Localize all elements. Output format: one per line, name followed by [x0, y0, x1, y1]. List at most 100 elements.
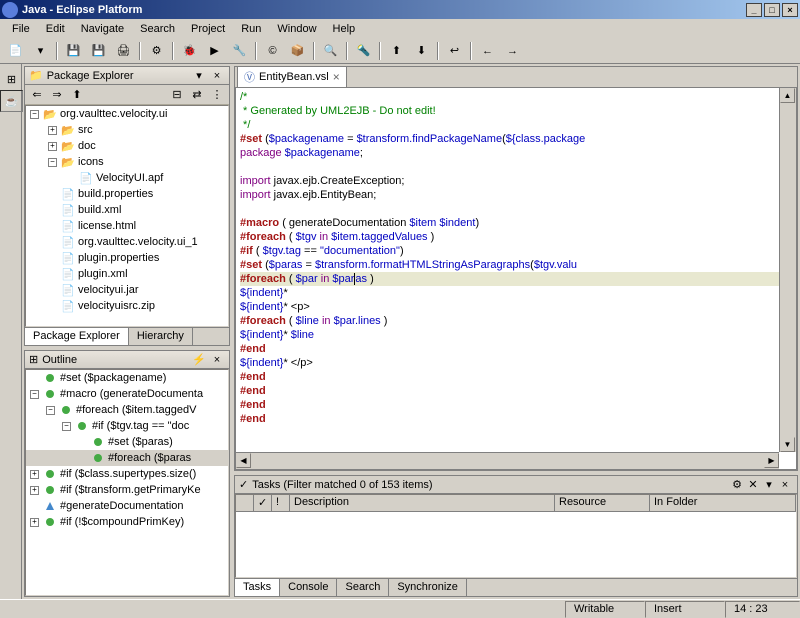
package-explorer-tree[interactable]: − 📂 org.vaulttec.velocity.ui +📂src+📂doc−…: [25, 105, 229, 327]
annotation-next-button[interactable]: ⬇: [410, 40, 433, 62]
outline-tree[interactable]: #set ($packagename)−#macro (generateDocu…: [25, 369, 229, 596]
expand-toggle[interactable]: +: [48, 142, 57, 151]
menu-search[interactable]: Search: [132, 21, 183, 37]
outline-item[interactable]: −#foreach ($item.taggedV: [26, 402, 228, 418]
code-line[interactable]: #set ($paras = $transform.formatHTMLStri…: [240, 258, 792, 272]
code-line[interactable]: ${indent}* </p>: [240, 356, 792, 370]
task-col-description[interactable]: Description: [290, 495, 555, 512]
scroll-down-button[interactable]: ▼: [780, 437, 795, 452]
tab-synchronize[interactable]: Synchronize: [389, 579, 467, 596]
tree-item[interactable]: 📄VelocityUI.apf: [26, 170, 228, 186]
menu-window[interactable]: Window: [269, 21, 324, 37]
task-col-folder[interactable]: In Folder: [650, 495, 796, 512]
code-line[interactable]: ${indent}*: [240, 286, 792, 300]
back-button[interactable]: ←: [476, 40, 499, 62]
expand-toggle[interactable]: +: [30, 486, 39, 495]
new-package-button[interactable]: 📦: [286, 40, 309, 62]
print-button[interactable]: 🖨: [112, 40, 135, 62]
task-col-done[interactable]: ✓: [254, 495, 272, 512]
new-class-button[interactable]: ©: [261, 40, 284, 62]
outline-item[interactable]: #set ($packagename): [26, 370, 228, 386]
new-button[interactable]: 📄: [4, 40, 27, 62]
last-edit-button[interactable]: ↩: [443, 40, 466, 62]
outline-item[interactable]: #foreach ($paras: [26, 450, 228, 466]
menu-run[interactable]: Run: [233, 21, 269, 37]
maximize-button[interactable]: □: [764, 3, 780, 17]
expand-toggle[interactable]: −: [62, 422, 71, 431]
code-line[interactable]: [240, 160, 792, 174]
expand-toggle[interactable]: −: [48, 158, 57, 167]
ext-tools-button[interactable]: 🔧: [228, 40, 251, 62]
menu-icon[interactable]: ▾: [191, 68, 207, 84]
java-perspective-button[interactable]: ☕: [0, 90, 23, 112]
save-all-button[interactable]: 💾: [87, 40, 110, 62]
debug-button[interactable]: 🐞: [178, 40, 201, 62]
code-line[interactable]: ${indent}* $line: [240, 328, 792, 342]
menu-navigate[interactable]: Navigate: [73, 21, 132, 37]
menu-help[interactable]: Help: [325, 21, 364, 37]
sort-icon[interactable]: ⚡: [191, 352, 207, 368]
expand-toggle[interactable]: −: [46, 406, 55, 415]
scroll-right-button[interactable]: ▶: [764, 453, 779, 468]
task-col-resource[interactable]: Resource: [555, 495, 650, 512]
code-line[interactable]: [240, 202, 792, 216]
code-line[interactable]: import javax.ejb.EntityBean;: [240, 188, 792, 202]
code-line[interactable]: #foreach ( $par in $paras ): [240, 272, 792, 286]
forward-icon[interactable]: ⇒: [49, 87, 65, 103]
save-button[interactable]: 💾: [62, 40, 85, 62]
outline-item[interactable]: −#if ($tgv.tag == "doc: [26, 418, 228, 434]
expand-toggle[interactable]: −: [30, 110, 39, 119]
menu-project[interactable]: Project: [183, 21, 233, 37]
expand-toggle[interactable]: +: [30, 470, 39, 479]
tree-item[interactable]: +📂src: [26, 122, 228, 138]
tree-item[interactable]: 📄build.properties: [26, 186, 228, 202]
tree-item[interactable]: +📂doc: [26, 138, 228, 154]
tab-console[interactable]: Console: [280, 579, 337, 596]
tab-tasks[interactable]: Tasks: [235, 579, 280, 596]
tree-item[interactable]: −📂icons: [26, 154, 228, 170]
expand-toggle[interactable]: +: [48, 126, 57, 135]
tree-root[interactable]: − 📂 org.vaulttec.velocity.ui: [26, 106, 228, 122]
outline-item[interactable]: +#if ($transform.getPrimaryKe: [26, 482, 228, 498]
tree-item[interactable]: 📄license.html: [26, 218, 228, 234]
menu-edit[interactable]: Edit: [38, 21, 73, 37]
code-line[interactable]: #end: [240, 384, 792, 398]
code-line[interactable]: #end: [240, 370, 792, 384]
expand-toggle[interactable]: +: [30, 518, 39, 527]
code-line[interactable]: #if ( $tgv.tag == "documentation"): [240, 244, 792, 258]
code-line[interactable]: /*: [240, 90, 792, 104]
tasks-table[interactable]: ✓ ! Description Resource In Folder: [235, 494, 797, 578]
code-line[interactable]: */: [240, 118, 792, 132]
code-line[interactable]: import javax.ejb.CreateException;: [240, 174, 792, 188]
tree-item[interactable]: 📄plugin.properties: [26, 250, 228, 266]
filter-icon[interactable]: ⋮: [209, 87, 225, 103]
task-col-priority[interactable]: !: [272, 495, 290, 512]
outline-item[interactable]: #set ($paras): [26, 434, 228, 450]
run-button[interactable]: ▶: [203, 40, 226, 62]
expand-toggle[interactable]: −: [30, 390, 39, 399]
task-col-status[interactable]: [236, 495, 254, 512]
outline-item[interactable]: +#if (!$compoundPrimKey): [26, 514, 228, 530]
scroll-up-button[interactable]: ▲: [780, 88, 795, 103]
tree-item[interactable]: 📄org.vaulttec.velocity.ui_1: [26, 234, 228, 250]
code-editor[interactable]: /* * Generated by UML2EJB - Do not edit!…: [235, 87, 797, 470]
menu-file[interactable]: File: [4, 21, 38, 37]
tree-item[interactable]: 📄velocityui.jar: [26, 282, 228, 298]
scroll-left-button[interactable]: ◀: [236, 453, 251, 468]
open-perspective-button[interactable]: ⊞: [0, 68, 23, 90]
code-line[interactable]: * Generated by UML2EJB - Do not edit!: [240, 104, 792, 118]
dropdown-icon[interactable]: ▾: [29, 40, 52, 62]
link-editor-icon[interactable]: ⇄: [189, 87, 205, 103]
outline-item[interactable]: #generateDocumentation: [26, 498, 228, 514]
outline-item[interactable]: −#macro (generateDocumenta: [26, 386, 228, 402]
code-line[interactable]: package $packagename;: [240, 146, 792, 160]
tab-search[interactable]: Search: [337, 579, 389, 596]
up-icon[interactable]: ⬆: [69, 87, 85, 103]
close-outline-icon[interactable]: ×: [209, 352, 225, 368]
outline-item[interactable]: +#if ($class.supertypes.size(): [26, 466, 228, 482]
minimize-button[interactable]: _: [746, 3, 762, 17]
code-line[interactable]: #foreach ( $tgv in $item.taggedValues ): [240, 230, 792, 244]
code-line[interactable]: #end: [240, 398, 792, 412]
open-type-button[interactable]: 🔍: [319, 40, 342, 62]
code-line[interactable]: #set ($packagename = $transform.findPack…: [240, 132, 792, 146]
